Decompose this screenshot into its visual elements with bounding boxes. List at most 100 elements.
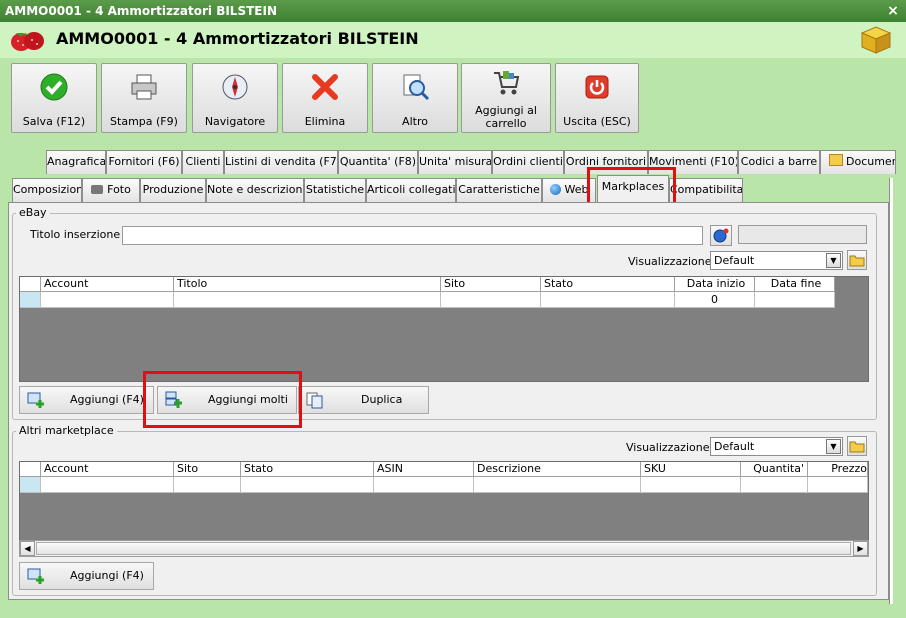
col-descrizione[interactable]: Descrizione [474,462,641,477]
strawberry-icon [8,28,48,52]
close-window-button[interactable]: × [886,0,900,22]
scroll-left-arrow-icon[interactable]: ◀ [20,541,35,556]
tab-unita-misura[interactable]: Unita' misura [418,150,492,174]
titolo-inserzione-input[interactable] [122,226,703,245]
delete-button[interactable]: Elimina [282,63,368,133]
printer-icon [131,74,157,100]
cell-sku[interactable] [641,477,741,493]
ebay-add-many-button[interactable]: Aggiungi molti [157,386,297,414]
altri-group-label: Altri marketplace [16,425,117,437]
window-title-bar: AMMO0001 - 4 Ammortizzatori BILSTEIN [0,0,906,22]
tab-markplaces[interactable]: Markplaces [597,175,669,202]
col-prezzo[interactable]: Prezzo [808,462,868,477]
tab-caratteristiche[interactable]: Caratteristiche [456,178,542,202]
page-title: AMMO0001 - 4 Ammortizzatori BILSTEIN [56,29,419,48]
grid-corner [20,462,41,477]
cell-descrizione[interactable] [474,477,641,493]
print-button[interactable]: Stampa (F9) [101,63,187,133]
camera-icon [91,185,104,194]
tab-anagrafica[interactable]: Anagrafica(F5) [46,150,106,174]
chevron-down-icon: ▼ [826,253,841,268]
col-asin[interactable]: ASIN [374,462,474,477]
col-sito[interactable]: Sito [441,277,541,292]
cell-account[interactable] [41,292,174,308]
col-account[interactable]: Account [41,462,174,477]
cell-sito[interactable] [174,477,241,493]
cell-prezzo[interactable] [808,477,868,493]
power-icon [585,75,609,99]
exit-button[interactable]: Uscita (ESC) [555,63,639,133]
more-button[interactable]: Altro [372,63,458,133]
folder-icon [829,154,843,166]
tab-listini[interactable]: Listini di vendita (F7) [224,150,338,174]
tab-composizioni[interactable]: Composizioni [12,178,82,202]
ebay-duplicate-button[interactable]: Duplica [298,386,429,414]
altri-visualizzazione-select[interactable]: Default ▼ [710,437,843,456]
add-to-cart-button[interactable]: Aggiungi al carrello [461,63,551,133]
altri-folder-button[interactable] [847,436,867,456]
readonly-field [738,225,867,244]
cell-stato[interactable] [541,292,675,308]
col-stato[interactable]: Stato [241,462,374,477]
tab-quantita[interactable]: Quantita' (F8) [338,150,418,174]
grid-corner [20,277,41,292]
col-titolo[interactable]: Titolo [174,277,441,292]
col-account[interactable]: Account [41,277,174,292]
window-title: AMMO0001 - 4 Ammortizzatori BILSTEIN [5,4,277,18]
col-sku[interactable]: SKU [641,462,741,477]
compass-icon [222,74,248,100]
globe-action-button[interactable] [710,225,732,246]
cell-account[interactable] [41,477,174,493]
tab-produzione[interactable]: Produzione [140,178,206,202]
tab-statistiche[interactable]: Statistiche [304,178,366,202]
scroll-right-arrow-icon[interactable]: ▶ [853,541,868,556]
ebay-visualizzazione-select[interactable]: Default ▼ [710,251,843,270]
col-quantita[interactable]: Quantita' [741,462,808,477]
tab-codici-barre[interactable]: Codici a barre [738,150,820,174]
tab-fornitori[interactable]: Fornitori (F6) [106,150,182,174]
cell-quantita[interactable] [741,477,808,493]
tab-clienti[interactable]: Clienti [182,150,224,174]
save-button[interactable]: Salva (F12) [11,63,97,133]
delete-x-icon [312,74,338,100]
cart-icon [494,71,520,95]
cell-stato[interactable] [241,477,374,493]
row-indicator[interactable] [20,292,41,308]
tab-articoli-collegati[interactable]: Articoli collegati [366,178,456,202]
cell-data-fine[interactable] [755,292,835,308]
tab-documenti[interactable]: Documenti [820,150,896,174]
tab-foto[interactable]: Foto [82,178,140,202]
tab-compatibilita[interactable]: Compatibilita' [669,178,743,202]
folder-icon [849,441,865,453]
row-indicator[interactable] [20,477,41,493]
tab-web[interactable]: Web [542,178,596,202]
navigator-button[interactable]: Navigatore [192,63,278,133]
col-sito[interactable]: Sito [174,462,241,477]
cell-titolo[interactable] [174,292,441,308]
altri-horizontal-scrollbar[interactable]: ◀ ▶ [19,540,869,557]
altri-visualizzazione-label: Visualizzazione : [626,441,717,454]
globe-icon [549,184,561,195]
ebay-folder-button[interactable] [847,250,867,270]
cell-data-inizio[interactable]: 0 [675,292,755,308]
altri-add-button[interactable]: Aggiungi (F4) [19,562,154,590]
add-row-icon [27,392,44,408]
tab-movimenti[interactable]: Movimenti (F10) [648,150,738,174]
ebay-add-button[interactable]: Aggiungi (F4) [19,386,154,414]
ebay-group-label: eBay [16,207,50,219]
col-data-fine[interactable]: Data fine [755,277,835,292]
cell-asin[interactable] [374,477,474,493]
magnifier-icon [403,74,430,101]
chevron-down-icon: ▼ [826,439,841,454]
panel-edge [889,178,893,604]
tab-row-secondary: Composizioni Foto Produzione Note e desc… [0,175,906,202]
tab-note-descrizioni[interactable]: Note e descrizioni [206,178,304,202]
tab-ordini-clienti[interactable]: Ordini clienti [492,150,564,174]
tab-ordini-fornitori[interactable]: Ordini fornitori [564,150,648,174]
col-stato[interactable]: Stato [541,277,675,292]
scroll-thumb[interactable] [36,542,851,555]
tab-row-primary: Anagrafica(F5) Fornitori (F6) Clienti Li… [0,150,906,174]
cube-icon[interactable] [860,25,892,55]
cell-sito[interactable] [441,292,541,308]
col-data-inizio[interactable]: Data inizio [675,277,755,292]
